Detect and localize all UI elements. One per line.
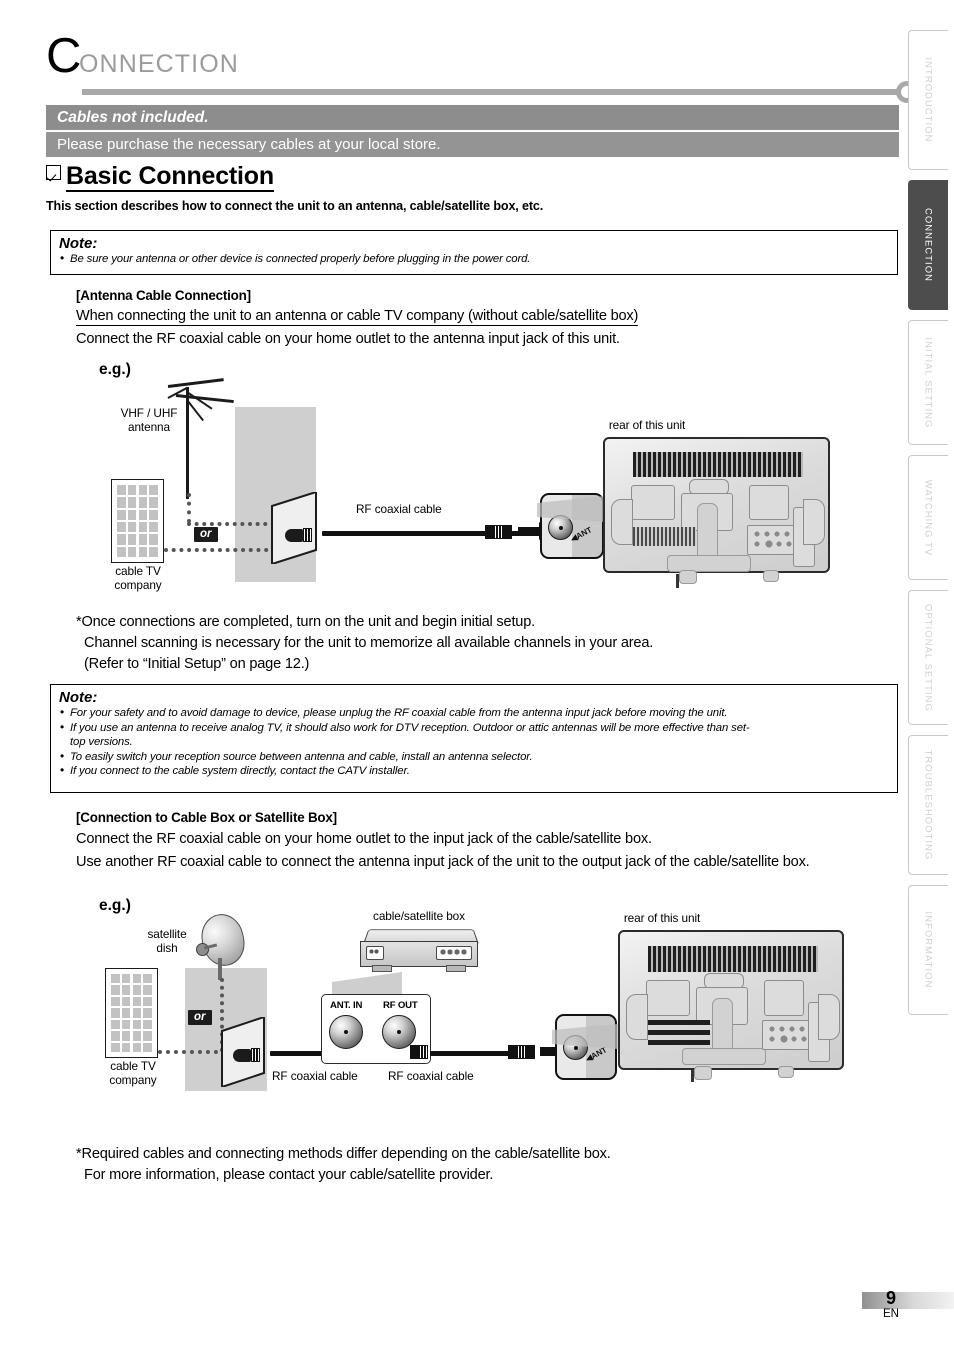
cablebox-section-heading: [Connection to Cable Box or Satellite Bo… (76, 810, 337, 825)
cable-tv-label-2: cable TV company (109, 1059, 157, 1087)
tv-rear-illustration-1 (537, 437, 830, 588)
basic-connection-heading: Basic Connection (66, 162, 274, 192)
note-title: Note: (59, 689, 98, 706)
cable-satellite-box-label: cable/satellite box (373, 909, 465, 923)
banner-headline: Cables not included. (46, 105, 899, 130)
star-note-1: *Once connections are completed, turn on… (76, 612, 653, 675)
rear-of-unit-label-2: rear of this unit (623, 911, 701, 925)
note-item: If you use an antenna to receive analog … (59, 720, 889, 736)
sidebar-item-connection[interactable]: CONNECTION (908, 180, 948, 310)
cable-tv-label: cable TV company (114, 564, 162, 592)
cablebox-connection-diagram: satellite dish cable TV company or RF co… (100, 909, 900, 1110)
note-item: Be sure your antenna or other device is … (59, 251, 889, 267)
cablebox-section-line1: Connect the RF coaxial cable on your hom… (76, 831, 652, 847)
note-box-top: Note: Be sure your antenna or other devi… (50, 230, 898, 275)
sidebar-item-information[interactable]: INFORMATION (908, 885, 948, 1015)
cable-satellite-box-illustration (358, 928, 479, 980)
basic-connection-header: Basic Connection This section describes … (46, 163, 906, 213)
star-note-2-line1: *Required cables and connecting methods … (76, 1146, 611, 1162)
note-title: Note: (59, 235, 98, 252)
star-note-2-line2: For more information, please contact you… (84, 1167, 494, 1183)
sidebar-item-troubleshooting[interactable]: TROUBLESHOOTING (908, 735, 948, 875)
insertion-arrow-1 (518, 522, 551, 540)
cable-tv-building-icon-2 (105, 968, 158, 1058)
satellite-dish-label: satellite dish (147, 927, 187, 955)
note-item: To easily switch your reception source b… (59, 749, 889, 765)
tv-rear-illustration-2 (552, 930, 844, 1082)
star-note-2: *Required cables and connecting methods … (76, 1144, 611, 1186)
ant-in-label: ANT. IN (330, 1000, 363, 1011)
page-footer: 9 EN (862, 1288, 954, 1320)
coax-male-plug-1 (485, 525, 512, 539)
star-note-1-line1: *Once connections are completed, turn on… (76, 614, 535, 630)
antenna-section-heading: [Antenna Cable Connection] (76, 288, 251, 303)
note-item-continuation: top versions. (70, 736, 133, 749)
note-item: For your safety and to avoid damage to d… (59, 705, 889, 721)
rf-coaxial-cable-label-2b: RF coaxial cable (388, 1069, 474, 1083)
page-number: 9 (885, 1288, 896, 1308)
coax-male-plug-2c (508, 1045, 535, 1059)
cabletv-dotted-cable (164, 548, 276, 552)
rear-of-unit-label-1: rear of this unit (608, 418, 686, 432)
note-box-bottom: Note: For your safety and to avoid damag… (50, 684, 898, 793)
antenna-section-line1: When connecting the unit to an antenna o… (76, 308, 639, 326)
rf-coaxial-cable-2b (430, 1051, 514, 1056)
sidebar-item-introduction[interactable]: INTRODUCTION (908, 30, 948, 170)
antenna-dotted-cable (187, 493, 191, 523)
cabletv-dotted-cable-2 (158, 1050, 226, 1054)
antenna-element (175, 394, 234, 403)
antenna-connection-diagram: VHF / UHF antenna cable TV company or RF… (100, 375, 900, 592)
banner-subline: Please purchase the necessary cables at … (46, 132, 899, 157)
sidebar-item-watching-tv[interactable]: WATCHING TV (908, 455, 948, 580)
cable-tv-building-icon (111, 479, 164, 563)
outlet-connector (285, 528, 312, 542)
page-number-bar: 9 (862, 1288, 954, 1309)
or-label-2: or (188, 1010, 212, 1025)
star-note-1-line3: (Refer to “Initial Setup” on page 12.) (84, 656, 310, 672)
language-code: EN (883, 1308, 899, 1320)
antenna-element (167, 378, 224, 388)
chapter-title: ONNECTION (79, 50, 239, 78)
chapter-initial: C (46, 29, 82, 83)
antenna-label: VHF / UHF antenna (120, 406, 178, 434)
note-item: If you connect to the cable system direc… (59, 763, 889, 779)
cablebox-section-line2: Use another RF coaxial cable to connect … (76, 854, 810, 870)
basic-connection-subheading: This section describes how to connect th… (46, 199, 544, 213)
star-note-1-line2: Channel scanning is necessary for the un… (84, 635, 654, 651)
coax-male-plug-2b (410, 1045, 428, 1059)
outlet-connector-2 (233, 1048, 260, 1062)
rf-out-label: RF OUT (383, 1000, 418, 1011)
or-label-1: or (194, 527, 218, 542)
sidebar-item-optional-setting[interactable]: OPTIONAL SETTING (908, 590, 948, 725)
cables-banner: Cables not included. Please purchase the… (46, 105, 899, 157)
antenna-section-line2: Connect the RF coaxial cable on your hom… (76, 331, 620, 347)
rf-out-jack (382, 1015, 416, 1049)
dish-mast (218, 958, 222, 980)
title-rule (82, 89, 898, 95)
checkbox-icon (46, 165, 61, 180)
page-title: C ONNECTION (46, 32, 918, 103)
ant-in-jack (329, 1015, 363, 1049)
sidebar-item-initial-setting[interactable]: INITIAL SETTING (908, 320, 948, 445)
rf-coaxial-cable-label-1: RF coaxial cable (356, 502, 442, 516)
antenna-dotted-cable (187, 522, 275, 526)
